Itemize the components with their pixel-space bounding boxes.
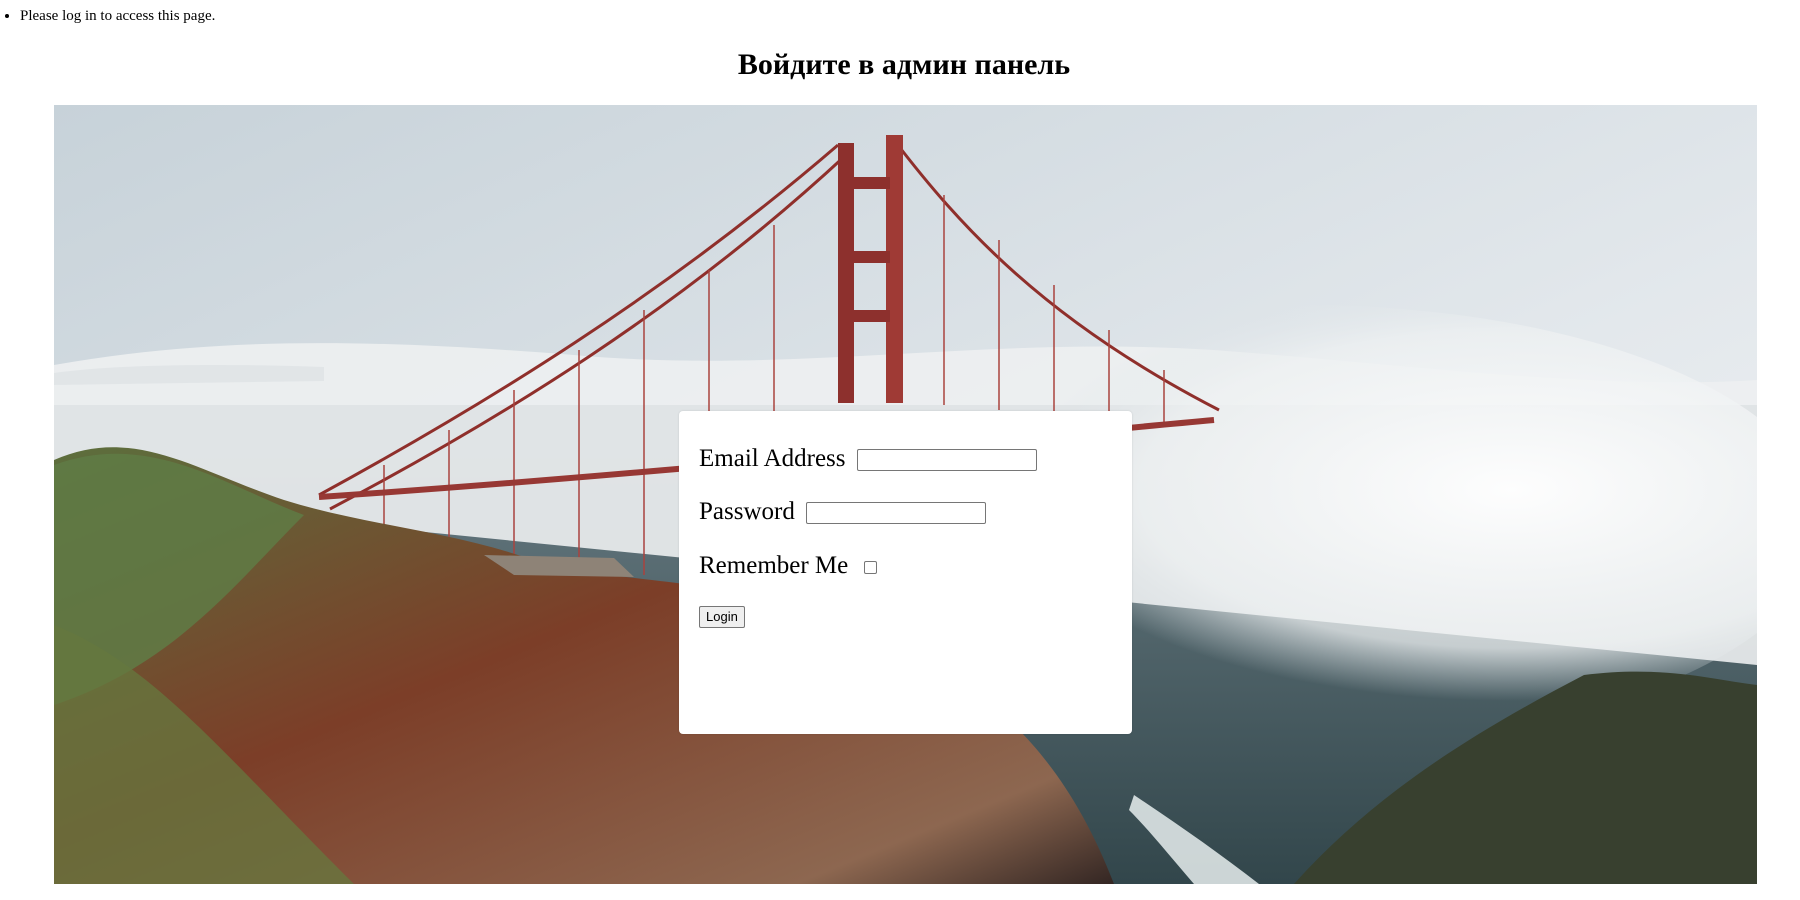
remember-me-label: Remember Me — [699, 552, 849, 579]
email-row: Email Address — [699, 444, 1037, 474]
password-field[interactable] — [806, 502, 987, 525]
login-button[interactable]: Login — [699, 606, 745, 628]
remember-me-checkbox[interactable] — [863, 560, 877, 574]
page-title: Войдите в админ панель — [737, 48, 1071, 81]
email-label: Email Address — [699, 445, 846, 472]
email-field[interactable] — [856, 449, 1037, 472]
login-form-card: Email Address Password Remember Me Login — [679, 411, 1132, 734]
flash-message: Please log in to access this page. — [20, 7, 215, 25]
password-row: Password — [699, 497, 987, 527]
flash-messages: Please log in to access this page. — [0, 7, 215, 25]
password-label: Password — [699, 498, 795, 525]
remember-me-row: Remember Me — [699, 551, 877, 581]
